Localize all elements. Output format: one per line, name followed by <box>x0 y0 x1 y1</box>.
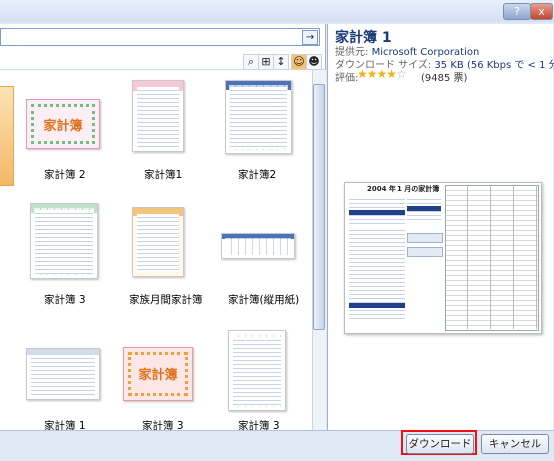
preview-header: 2004 年 1 月の家計簿 <box>345 183 441 193</box>
template-thumbnail[interactable] <box>26 348 100 400</box>
template-thumbnail[interactable]: 家計簿 <box>123 347 193 401</box>
rating-key: 評価: <box>335 73 359 84</box>
search-input[interactable] <box>0 28 320 46</box>
search-icon[interactable]: ⌕ <box>243 54 259 70</box>
template-label[interactable]: 家計簿 2 <box>44 167 86 182</box>
scrollbar-thumb[interactable] <box>313 84 325 330</box>
sort-icon[interactable]: ↕ <box>273 54 289 70</box>
help-button[interactable]: ? <box>503 3 531 20</box>
cancel-button[interactable]: キャンセル <box>481 434 549 454</box>
view-icon[interactable]: ⊞ <box>258 54 274 70</box>
template-label[interactable]: 家族月間家計簿 <box>129 292 203 307</box>
preview-title: 1 月の家計簿 <box>397 185 440 193</box>
thumbnail-text: 家計簿 <box>43 119 83 134</box>
template-label[interactable]: 家計簿2 <box>238 167 276 182</box>
close-button[interactable]: x <box>530 3 553 20</box>
star-icon: ★ <box>386 67 397 81</box>
template-label[interactable]: 家計簿(縦用紙) <box>228 292 299 307</box>
template-thumbnail[interactable] <box>30 203 98 279</box>
selected-template-edge[interactable] <box>0 86 14 186</box>
template-label[interactable]: 家計簿 3 <box>44 292 86 307</box>
person-icon[interactable]: ☺ <box>291 54 307 70</box>
star-icon: ★ <box>357 67 368 81</box>
title-bar <box>0 0 554 22</box>
download-button[interactable]: ダウンロード <box>406 434 474 454</box>
star-icon: ★ <box>366 67 378 81</box>
rating-line: 評価: <box>335 69 358 84</box>
people-icon[interactable]: ☻ <box>306 54 322 70</box>
template-thumbnail[interactable] <box>221 233 295 259</box>
star-empty-icon: ☆ <box>396 67 407 81</box>
template-thumbnail[interactable] <box>228 330 286 411</box>
search-go-button[interactable]: → <box>302 30 318 45</box>
template-preview: 2004 年 1 月の家計簿 <box>344 182 542 334</box>
template-thumbnail[interactable] <box>225 80 292 154</box>
rating-count: (9485 票) <box>421 73 468 84</box>
thumbnail-text: 家計簿 <box>138 368 178 383</box>
star-icon: ★ <box>376 67 388 81</box>
rating-stars: ★★★★☆ <box>357 67 407 81</box>
template-thumbnail[interactable]: 家計簿 <box>26 99 100 149</box>
template-label[interactable]: 家計簿1 <box>144 167 182 182</box>
template-thumbnail[interactable] <box>132 207 184 277</box>
template-thumbnail[interactable] <box>132 80 184 152</box>
preview-year: 2004 年 <box>367 185 396 193</box>
